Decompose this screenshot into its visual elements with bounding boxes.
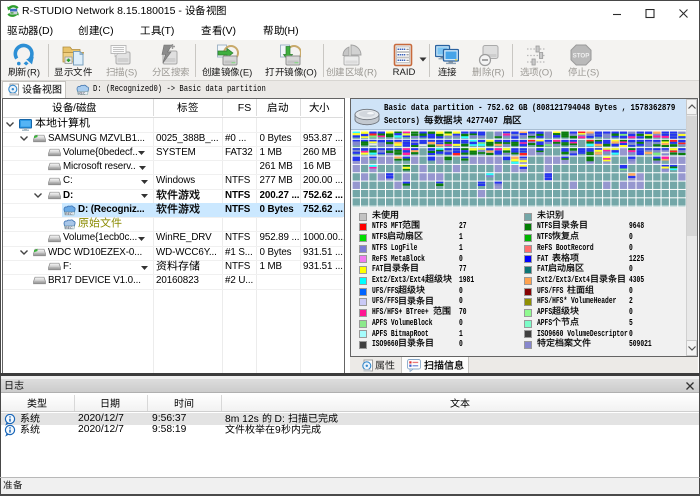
svg-text:STOP: STOP [573,53,590,60]
svg-text:REC: REC [65,226,73,230]
svg-text:REC: REC [65,211,73,215]
svg-text:REC: REC [78,91,86,95]
